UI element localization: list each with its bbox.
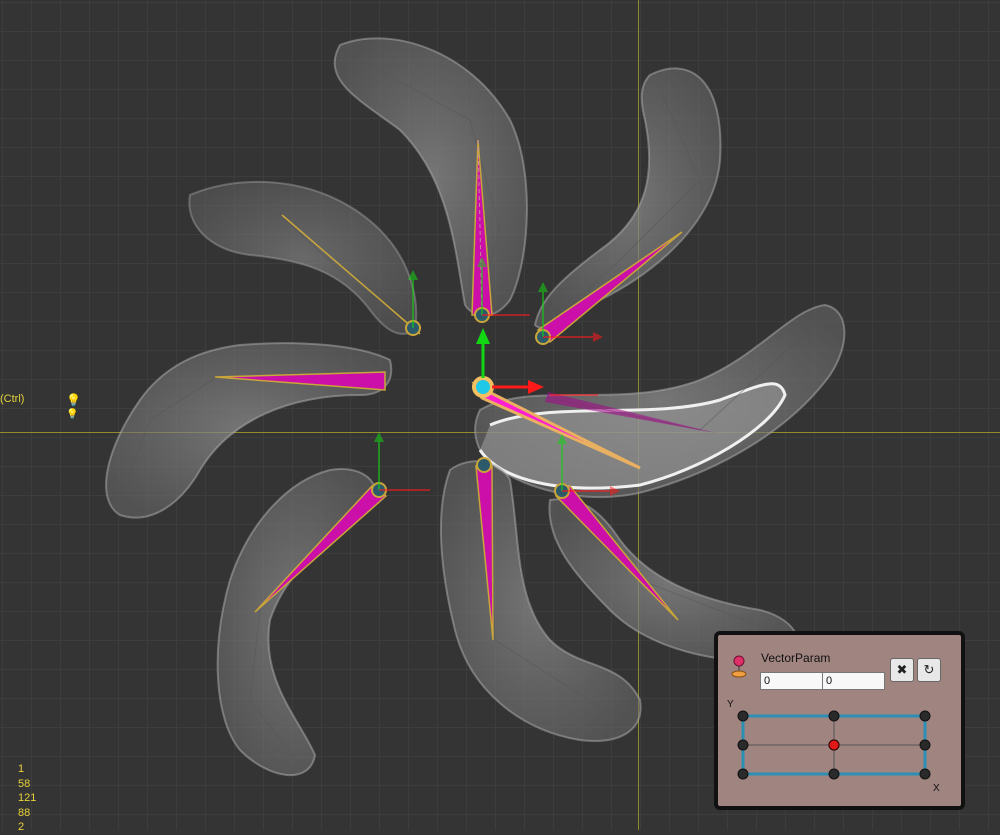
param-name: VectorParam (761, 651, 831, 665)
mesh-blade-selected[interactable] (474, 303, 846, 499)
axis-x-label: X (933, 783, 940, 794)
clear-button[interactable]: ✖ (890, 658, 914, 682)
grid-control-point[interactable] (828, 710, 840, 722)
modifier-hint: (Ctrl) (0, 393, 25, 405)
gizmo-x-arrowhead[interactable] (528, 380, 544, 394)
gizmo-y-arrowhead[interactable] (476, 328, 490, 344)
light-bulb-icon[interactable]: 💡 (66, 394, 81, 406)
vector-param-panel[interactable]: VectorParam ✖ ↻ Y X (714, 631, 965, 810)
pin-icon (731, 655, 747, 678)
grid-control-point[interactable] (737, 768, 749, 780)
grid-control-point[interactable] (737, 739, 749, 751)
grid-control-point[interactable] (919, 739, 931, 751)
param-x-input[interactable] (760, 672, 823, 690)
refresh-icon: ↻ (923, 662, 935, 677)
stat-value: 58 (18, 777, 31, 790)
close-icon: ✖ (896, 662, 908, 677)
selected-value-point[interactable] (828, 739, 840, 751)
grid-control-point[interactable] (919, 768, 931, 780)
mesh-blade[interactable] (533, 67, 722, 331)
stat-value: 1 (18, 763, 25, 775)
stat-value: 2 (18, 821, 25, 833)
light-bulb-small-icon[interactable]: 💡 (66, 409, 78, 421)
axis-y-label: Y (727, 699, 734, 710)
grid-control-point[interactable] (919, 710, 931, 722)
mesh-blade[interactable] (188, 180, 418, 335)
param-grid[interactable] (736, 709, 936, 781)
grid-control-point[interactable] (828, 768, 840, 780)
param-y-input[interactable] (822, 672, 885, 690)
grid-control-point[interactable] (737, 710, 749, 722)
stats-readout: 1 58 121 88 2 (18, 762, 36, 835)
stat-value: 121 (18, 792, 37, 804)
stat-value: 88 (18, 806, 31, 819)
reset-button[interactable]: ↻ (917, 658, 941, 682)
